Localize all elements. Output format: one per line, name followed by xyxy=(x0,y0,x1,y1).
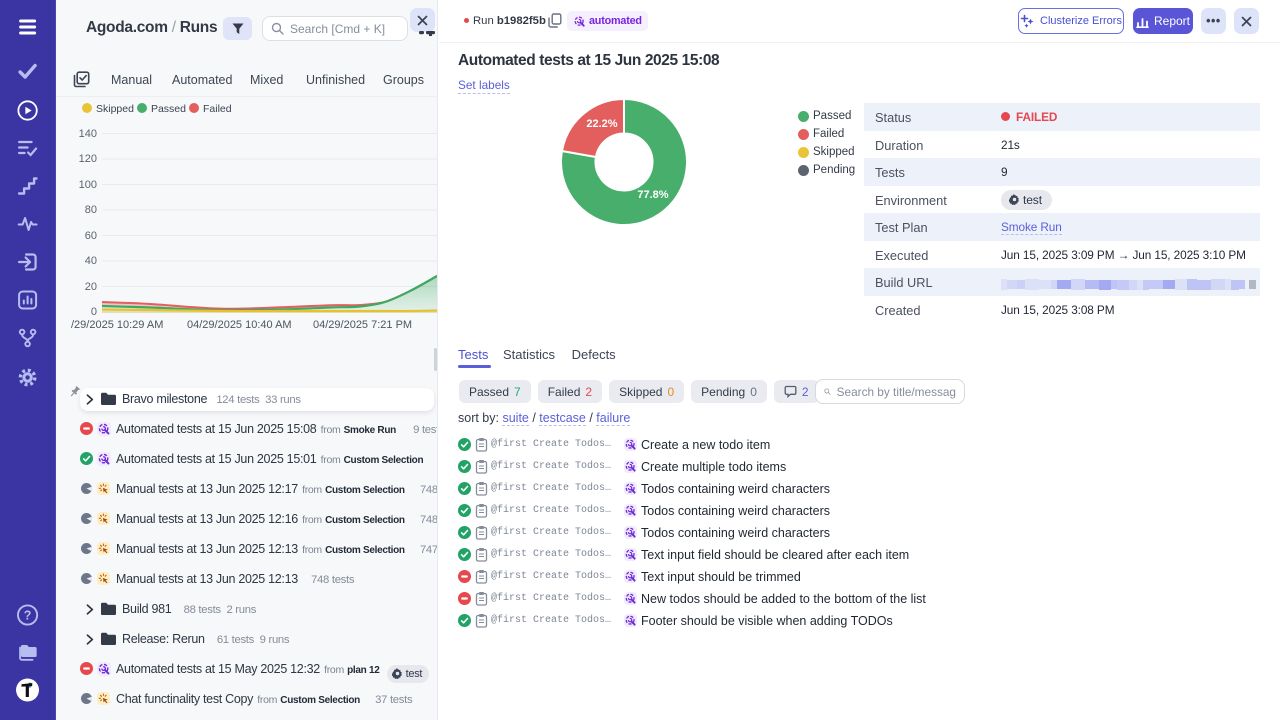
svg-text:77.8%: 77.8% xyxy=(637,189,668,201)
svg-text:22.2%: 22.2% xyxy=(586,118,617,130)
svg-text:?: ? xyxy=(23,608,31,622)
